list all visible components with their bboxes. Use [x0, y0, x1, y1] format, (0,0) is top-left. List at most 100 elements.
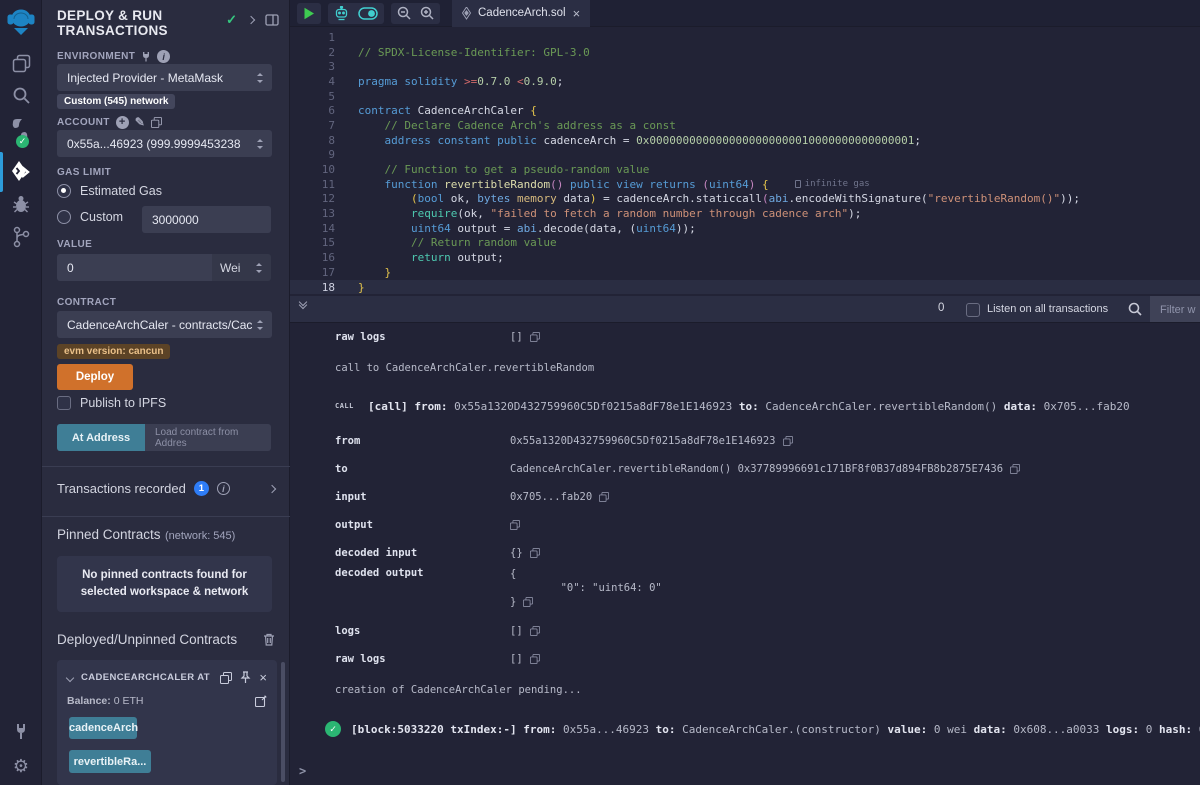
code-line[interactable]: 18}	[290, 280, 1200, 295]
copy-icon[interactable]	[530, 654, 540, 664]
terminal-row[interactable]: CALL[call] from: 0x55a1320D432759960C5Df…	[335, 385, 1200, 427]
deploy-run-icon[interactable]	[0, 160, 42, 184]
terminal-search-icon[interactable]	[1128, 302, 1142, 316]
copy-icon[interactable]	[783, 436, 793, 446]
collapse-card-icon[interactable]	[66, 673, 74, 681]
listen-all-checkbox[interactable]	[966, 303, 980, 317]
debugger-icon[interactable]	[0, 194, 42, 214]
transactions-info-icon[interactable]: i	[217, 482, 230, 495]
copy-icon[interactable]	[530, 332, 540, 342]
custom-gas-option[interactable]: Custom	[57, 210, 123, 224]
plugin-manager-icon[interactable]	[0, 722, 42, 742]
account-select[interactable]: 0x55a...46923 (999.9999453238	[57, 130, 272, 157]
run-script-play-icon[interactable]	[303, 7, 315, 20]
terminal-row[interactable]: logs[]	[335, 617, 1200, 645]
custom-gas-input[interactable]: 3000000	[142, 206, 271, 233]
copy-icon[interactable]	[530, 626, 540, 636]
edit-account-icon[interactable]: ✎	[135, 115, 145, 129]
collapse-terminal-icon[interactable]	[300, 302, 306, 308]
zoom-out-icon[interactable]	[397, 6, 411, 20]
terminal-row[interactable]: decoded input{}	[335, 539, 1200, 567]
terminal-row[interactable]: input0x705...fab20	[335, 483, 1200, 511]
terminal-row[interactable]: from0x55a1320D432759960C5Df0215a8dF78e1E…	[335, 427, 1200, 455]
add-account-icon[interactable]: +	[116, 116, 129, 129]
code-editor[interactable]: 12// SPDX-License-Identifier: GPL-3.034p…	[290, 27, 1200, 296]
at-address-input[interactable]: Load contract from Addres	[145, 424, 271, 451]
publish-ipfs-row[interactable]: Publish to IPFS	[57, 396, 166, 410]
copy-icon[interactable]	[510, 520, 520, 530]
code-line[interactable]: 2// SPDX-License-Identifier: GPL-3.0	[290, 45, 1200, 60]
panel-scrollbar[interactable]	[281, 662, 285, 782]
code-line[interactable]: 1	[290, 30, 1200, 45]
ai-assistant-robot-icon[interactable]	[334, 6, 349, 21]
value-input[interactable]: 0	[57, 254, 212, 281]
copy-icon[interactable]	[1010, 464, 1020, 474]
custom-gas-radio[interactable]	[57, 210, 71, 224]
chevron-right-icon[interactable]	[247, 16, 255, 24]
code-line[interactable]: 7 // Declare Cadence Arch's address as a…	[290, 118, 1200, 133]
transactions-recorded-row[interactable]: Transactions recorded 1 i	[57, 481, 275, 496]
file-explorer-icon[interactable]	[0, 54, 42, 73]
terminal-row[interactable]: ✓[block:5033220 txIndex:-] from: 0x55a..…	[325, 707, 1200, 751]
deploy-button[interactable]: Deploy	[57, 364, 133, 390]
activity-bar: ✓ ⚙	[0, 0, 42, 785]
terminal-row[interactable]: output	[335, 511, 1200, 539]
code-line[interactable]: 13 require(ok, "failed to fetch a random…	[290, 206, 1200, 221]
terminal-row[interactable]: decoded output{ "0": "uint64: 0"}	[335, 567, 1200, 609]
copy-icon[interactable]	[523, 597, 533, 607]
copy-icon[interactable]	[599, 492, 609, 502]
solidity-compiler-icon[interactable]: ✓	[0, 118, 42, 144]
copy-account-icon[interactable]	[151, 117, 162, 128]
code-line[interactable]: 16 return output;	[290, 250, 1200, 265]
terminal-row[interactable]: creation of CadenceArchCaler pending...	[335, 673, 1200, 707]
terminal-prompt[interactable]: >	[299, 764, 306, 778]
plug-icon[interactable]	[141, 51, 151, 62]
remix-logo-icon	[0, 6, 42, 38]
terminal-row[interactable]: call to CadenceArchCaler.revertibleRando…	[335, 351, 1200, 385]
environment-select[interactable]: Injected Provider - MetaMask	[57, 64, 272, 91]
contract-select[interactable]: CadenceArchCaler - contracts/Cac	[57, 311, 272, 338]
code-line[interactable]: 4pragma solidity >=0.7.0 <0.9.0;	[290, 74, 1200, 89]
environment-info-icon[interactable]: i	[157, 50, 170, 63]
code-line[interactable]: 14 uint64 output = abi.decode(data, (uin…	[290, 221, 1200, 236]
copy-icon[interactable]	[530, 548, 540, 558]
ai-toggle-icon[interactable]	[358, 7, 378, 20]
search-icon[interactable]	[0, 86, 42, 105]
estimated-gas-radio[interactable]	[57, 184, 71, 198]
tab-cadencearch-sol[interactable]: CadenceArch.sol ×	[452, 0, 590, 27]
run-tile[interactable]	[297, 3, 321, 24]
code-line[interactable]: 5	[290, 89, 1200, 104]
code-line[interactable]: 17 }	[290, 265, 1200, 280]
trash-icon[interactable]	[263, 633, 275, 646]
estimated-gas-option[interactable]: Estimated Gas	[57, 184, 162, 198]
terminal-row[interactable]: raw logs[]	[335, 323, 1200, 351]
close-card-icon[interactable]: ×	[259, 670, 267, 685]
tab-label: CadenceArch.sol	[478, 7, 566, 19]
expand-transactions-icon[interactable]	[268, 484, 276, 492]
zoom-in-icon[interactable]	[420, 6, 434, 20]
code-line[interactable]: 10 // Function to get a pseudo-random va…	[290, 162, 1200, 177]
code-line[interactable]: 9	[290, 148, 1200, 163]
edit-balance-icon[interactable]	[255, 695, 267, 707]
code-line[interactable]: 11 function revertibleRandom() public vi…	[290, 177, 1200, 192]
terminal-row[interactable]: raw logs[]	[335, 645, 1200, 673]
filter-transactions-input[interactable]: Filter w	[1150, 296, 1200, 323]
revertible-random-button[interactable]: revertibleRa...	[69, 750, 151, 773]
terminal-row[interactable]: toCadenceArchCaler.revertibleRandom() 0x…	[335, 455, 1200, 483]
code-line[interactable]: 8 address constant public cadenceArch = …	[290, 133, 1200, 148]
code-line[interactable]: 12 (bool ok, bytes memory data) = cadenc…	[290, 192, 1200, 207]
publish-ipfs-checkbox[interactable]	[57, 396, 71, 410]
terminal-journal[interactable]: raw logs[]call to CadenceArchCaler.rever…	[290, 323, 1200, 758]
code-line[interactable]: 6contract CadenceArchCaler {	[290, 103, 1200, 118]
settings-gear-icon[interactable]: ⚙	[0, 756, 42, 777]
value-unit-select[interactable]: Wei	[212, 254, 271, 281]
code-line[interactable]: 3	[290, 59, 1200, 74]
pin-icon[interactable]	[240, 671, 251, 684]
git-icon[interactable]	[0, 226, 42, 248]
copy-address-icon[interactable]	[220, 672, 232, 684]
cadence-arch-button[interactable]: cadenceArch	[69, 717, 137, 739]
at-address-button[interactable]: At Address	[57, 424, 145, 451]
split-view-icon[interactable]	[265, 14, 279, 26]
code-line[interactable]: 15 // Return random value	[290, 236, 1200, 251]
close-tab-icon[interactable]: ×	[573, 6, 581, 21]
